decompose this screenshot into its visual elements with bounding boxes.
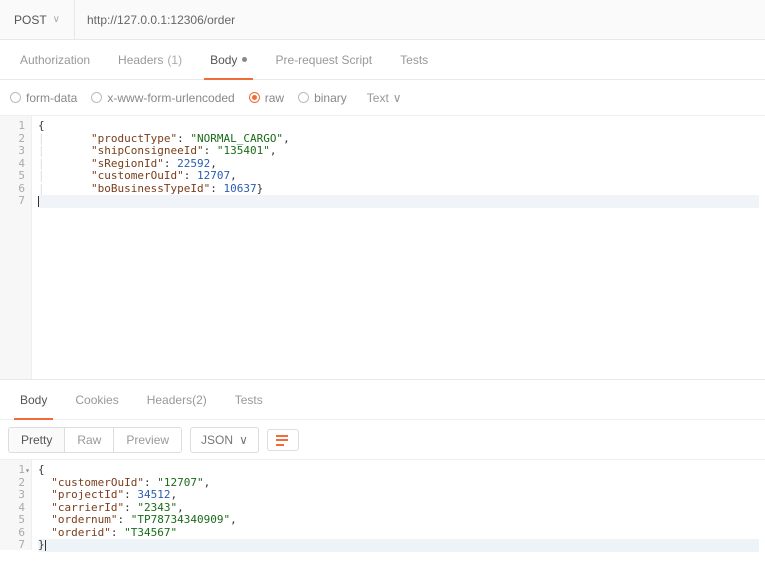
http-method-label: POST xyxy=(14,13,47,27)
view-pretty[interactable]: Pretty xyxy=(9,428,65,452)
view-raw[interactable]: Raw xyxy=(65,428,114,452)
request-body-editor[interactable]: 1234567 {| "productType": "NORMAL_CARGO"… xyxy=(0,116,765,380)
response-format-label: JSON xyxy=(201,433,233,447)
response-body-editor[interactable]: 1▾234567 { "customerOuId": "12707", "pro… xyxy=(0,460,765,550)
view-mode-group: Pretty Raw Preview xyxy=(8,427,182,453)
tab-body[interactable]: Body xyxy=(196,40,261,79)
radio-icon xyxy=(10,92,21,103)
tab-authorization-label: Authorization xyxy=(20,53,90,67)
resp-tab-cookies-label: Cookies xyxy=(75,393,118,407)
tab-prerequest-label: Pre-request Script xyxy=(275,53,372,67)
tab-tests-label: Tests xyxy=(400,53,428,67)
radio-form-data[interactable]: form-data xyxy=(10,91,77,105)
resp-tab-tests-label: Tests xyxy=(235,393,263,407)
tab-headers-count: (1) xyxy=(167,53,182,67)
body-type-row: form-data x-www-form-urlencoded raw bina… xyxy=(0,80,765,116)
view-preview-label: Preview xyxy=(126,433,169,447)
resp-tab-headers-count: (2) xyxy=(192,393,207,407)
url-input[interactable] xyxy=(75,0,765,39)
request-tabs: Authorization Headers (1) Body Pre-reques… xyxy=(0,40,765,80)
radio-raw[interactable]: raw xyxy=(249,91,284,105)
tab-body-label: Body xyxy=(210,53,237,67)
radio-binary-label: binary xyxy=(314,91,347,105)
resp-tab-headers[interactable]: Headers(2) xyxy=(133,380,221,419)
radio-icon xyxy=(249,92,260,103)
tab-headers[interactable]: Headers (1) xyxy=(104,40,196,79)
view-raw-label: Raw xyxy=(77,433,101,447)
response-controls: Pretty Raw Preview JSON ∨ xyxy=(0,420,765,460)
wrap-icon xyxy=(276,434,290,446)
radio-icon xyxy=(298,92,309,103)
request-gutter: 1234567 xyxy=(0,116,32,379)
wrap-lines-button[interactable] xyxy=(267,429,299,451)
radio-form-data-label: form-data xyxy=(26,91,77,105)
radio-icon xyxy=(91,92,102,103)
raw-format-label: Text xyxy=(367,91,389,105)
view-pretty-label: Pretty xyxy=(21,433,52,447)
tab-prerequest[interactable]: Pre-request Script xyxy=(261,40,386,79)
unsaved-dot-icon xyxy=(242,57,247,62)
resp-tab-body[interactable]: Body xyxy=(6,380,61,419)
resp-tab-headers-label: Headers xyxy=(147,393,192,407)
radio-urlencoded[interactable]: x-www-form-urlencoded xyxy=(91,91,234,105)
resp-tab-cookies[interactable]: Cookies xyxy=(61,380,132,419)
chevron-down-icon: ∨ xyxy=(53,14,60,25)
http-method-select[interactable]: POST ∨ xyxy=(0,0,75,39)
response-tabs: Body Cookies Headers(2) Tests xyxy=(0,380,765,420)
chevron-down-icon: ∨ xyxy=(393,91,402,105)
tab-authorization[interactable]: Authorization xyxy=(6,40,104,79)
view-preview[interactable]: Preview xyxy=(114,428,181,452)
request-code[interactable]: {| "productType": "NORMAL_CARGO",| "ship… xyxy=(32,116,765,379)
chevron-down-icon: ∨ xyxy=(239,433,248,447)
radio-urlencoded-label: x-www-form-urlencoded xyxy=(107,91,234,105)
radio-raw-label: raw xyxy=(265,91,284,105)
response-gutter: 1▾234567 xyxy=(0,460,32,550)
tab-tests[interactable]: Tests xyxy=(386,40,442,79)
tab-headers-label: Headers xyxy=(118,53,163,67)
radio-binary[interactable]: binary xyxy=(298,91,347,105)
response-code[interactable]: { "customerOuId": "12707", "projectId": … xyxy=(32,460,765,550)
resp-tab-body-label: Body xyxy=(20,393,47,407)
resp-tab-tests[interactable]: Tests xyxy=(221,380,277,419)
raw-format-select[interactable]: Text ∨ xyxy=(367,91,402,105)
response-format-select[interactable]: JSON ∨ xyxy=(190,427,259,453)
fold-icon[interactable]: ▾ xyxy=(25,465,30,478)
